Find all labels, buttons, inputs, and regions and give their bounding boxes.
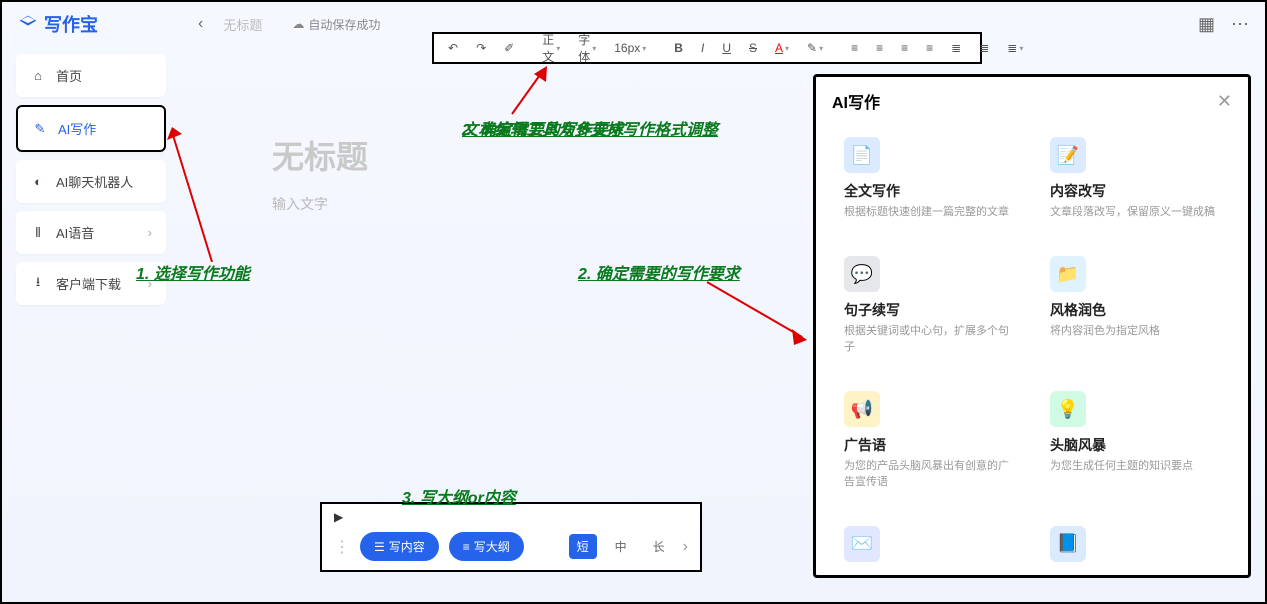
ai-card-polish[interactable]: 📁 风格润色 将内容润色为指定风格 — [1038, 244, 1232, 367]
ai-card-rewrite[interactable]: 📝 内容改写 文章段落改写，保留原义一键成稿 — [1038, 125, 1232, 232]
ai-writing-panel: AI写作 ✕ 📄 全文写作 根据标题快速创建一篇完整的文章 📝 内容改写 文章段… — [813, 74, 1251, 578]
chevron-right-icon: › — [148, 276, 152, 291]
home-icon: ⌂ — [30, 68, 46, 84]
arrow-annotation-2 — [502, 64, 562, 120]
pencil-icon: ✎ — [32, 121, 48, 137]
font-family-select[interactable]: 字体▾ — [574, 29, 600, 67]
ai-card-continue[interactable]: 💬 句子续写 根据关键词或中心句，扩展多个句子 — [832, 244, 1026, 367]
ai-card-brainstorm[interactable]: 💡 头脑风暴 为您生成任何主题的知识要点 — [1038, 379, 1232, 502]
next-button[interactable]: › — [683, 538, 688, 556]
autosave-status: ☁ 自动保存成功 — [292, 16, 380, 33]
card-icon: 📘 — [1050, 526, 1086, 562]
unordered-list-button[interactable]: ≣ — [975, 39, 993, 57]
align-center-button[interactable]: ≡ — [872, 39, 887, 57]
annotation-toolbar: 文本编辑工具众多支持写作格式调整 — [462, 116, 718, 140]
grid-view-icon[interactable]: ▦ — [1198, 14, 1215, 35]
arrow-annotation-3 — [702, 277, 812, 347]
sidebar-item-voice[interactable]: ⫴ AI语音 › — [16, 211, 166, 254]
ai-card-grid: 📄 全文写作 根据标题快速创建一篇完整的文章 📝 内容改写 文章段落改写，保留原… — [832, 125, 1232, 582]
card-icon: 💬 — [844, 256, 880, 292]
bottom-action-bar: ▶ ⋮ ☰ 写内容 ≡ 写大纲 短 中 长 › — [320, 502, 702, 572]
voice-icon: ⫴ — [30, 225, 46, 241]
redo-button[interactable]: ↷ — [472, 39, 490, 57]
annotation-3: 2. 确定需要的写作要求 — [578, 260, 740, 284]
align-left-button[interactable]: ≡ — [847, 39, 862, 57]
text-color-button[interactable]: A▾ — [771, 39, 793, 57]
download-icon: ⭳ — [30, 276, 46, 292]
play-icon[interactable]: ▶ — [334, 510, 688, 524]
more-icon[interactable]: ⋯ — [1231, 14, 1249, 35]
line-height-button[interactable]: ≣▾ — [1003, 39, 1027, 57]
annotation-2: 2. 确定需要的写作要求 — [462, 116, 624, 140]
format-painter-button[interactable]: ✐ — [500, 39, 518, 57]
highlight-button[interactable]: ✎▾ — [803, 39, 827, 57]
italic-button[interactable]: I — [697, 39, 708, 57]
strikethrough-button[interactable]: S — [745, 39, 761, 57]
sidebar-item-label: AI写作 — [58, 119, 96, 138]
logo-icon — [18, 14, 38, 34]
arrow-annotation-1 — [162, 122, 222, 262]
card-icon: 📝 — [1050, 137, 1086, 173]
chat-icon: ◐ — [30, 174, 46, 190]
sidebar-item-label: 客户端下载 — [56, 274, 121, 293]
length-long-button[interactable]: 长 — [645, 534, 673, 559]
paragraph-style-select[interactable]: 正文▾ — [538, 29, 564, 67]
doc-title-breadcrumb: 无标题 — [223, 15, 262, 34]
card-icon: ✉️ — [844, 526, 880, 562]
length-medium-button[interactable]: 中 — [607, 534, 635, 559]
cloud-icon: ☁ — [292, 17, 304, 31]
ordered-list-button[interactable]: ≣ — [947, 39, 965, 57]
chevron-right-icon: › — [148, 225, 152, 240]
align-right-button[interactable]: ≡ — [897, 39, 912, 57]
undo-button[interactable]: ↶ — [444, 39, 462, 57]
sidebar-item-download[interactable]: ⭳ 客户端下载 › — [16, 262, 166, 305]
card-icon: 📄 — [844, 137, 880, 173]
app-logo[interactable]: 写作宝 — [18, 11, 98, 37]
back-button[interactable]: ‹ — [198, 15, 203, 33]
sidebar-item-label: AI语音 — [56, 223, 94, 242]
write-content-button[interactable]: ☰ 写内容 — [360, 532, 439, 561]
sidebar-item-label: 首页 — [56, 66, 82, 85]
body-input[interactable]: 输入文字 — [272, 194, 368, 214]
editor: 无标题 输入文字 — [272, 132, 368, 214]
underline-button[interactable]: U — [718, 39, 735, 57]
write-outline-button[interactable]: ≡ 写大纲 — [449, 532, 524, 561]
ai-card-full-writing[interactable]: 📄 全文写作 根据标题快速创建一篇完整的文章 — [832, 125, 1026, 232]
card-icon: 📢 — [844, 391, 880, 427]
bold-button[interactable]: B — [670, 39, 687, 57]
sidebar-item-home[interactable]: ⌂ 首页 — [16, 54, 166, 97]
ai-card-extra-2[interactable]: 📘 — [1038, 514, 1232, 582]
ai-card-slogan[interactable]: 📢 广告语 为您的产品头脑风暴出有创意的广告宣传语 — [832, 379, 1026, 502]
length-short-button[interactable]: 短 — [569, 534, 597, 559]
font-size-select[interactable]: 16px▾ — [610, 39, 650, 57]
card-icon: 📁 — [1050, 256, 1086, 292]
editor-toolbar: ↶ ↷ ✐ 正文▾ 字体▾ 16px▾ B I U S A▾ ✎▾ ≡ ≡ ≡ … — [432, 32, 982, 64]
title-input[interactable]: 无标题 — [272, 132, 368, 178]
sidebar: ⌂ 首页 ✎ AI写作 ◐ AI聊天机器人 ⫴ AI语音 › ⭳ 客户端下载 › — [16, 54, 166, 313]
sidebar-item-ai-writing[interactable]: ✎ AI写作 — [16, 105, 166, 152]
align-justify-button[interactable]: ≡ — [922, 39, 937, 57]
panel-title: AI写作 — [832, 89, 880, 113]
card-icon: 💡 — [1050, 391, 1086, 427]
drag-handle-icon[interactable]: ⋮ — [334, 537, 350, 557]
sidebar-item-chatbot[interactable]: ◐ AI聊天机器人 — [16, 160, 166, 203]
close-button[interactable]: ✕ — [1217, 91, 1232, 112]
ai-card-extra-1[interactable]: ✉️ — [832, 514, 1026, 582]
app-name: 写作宝 — [44, 11, 98, 37]
sidebar-item-label: AI聊天机器人 — [56, 172, 133, 191]
